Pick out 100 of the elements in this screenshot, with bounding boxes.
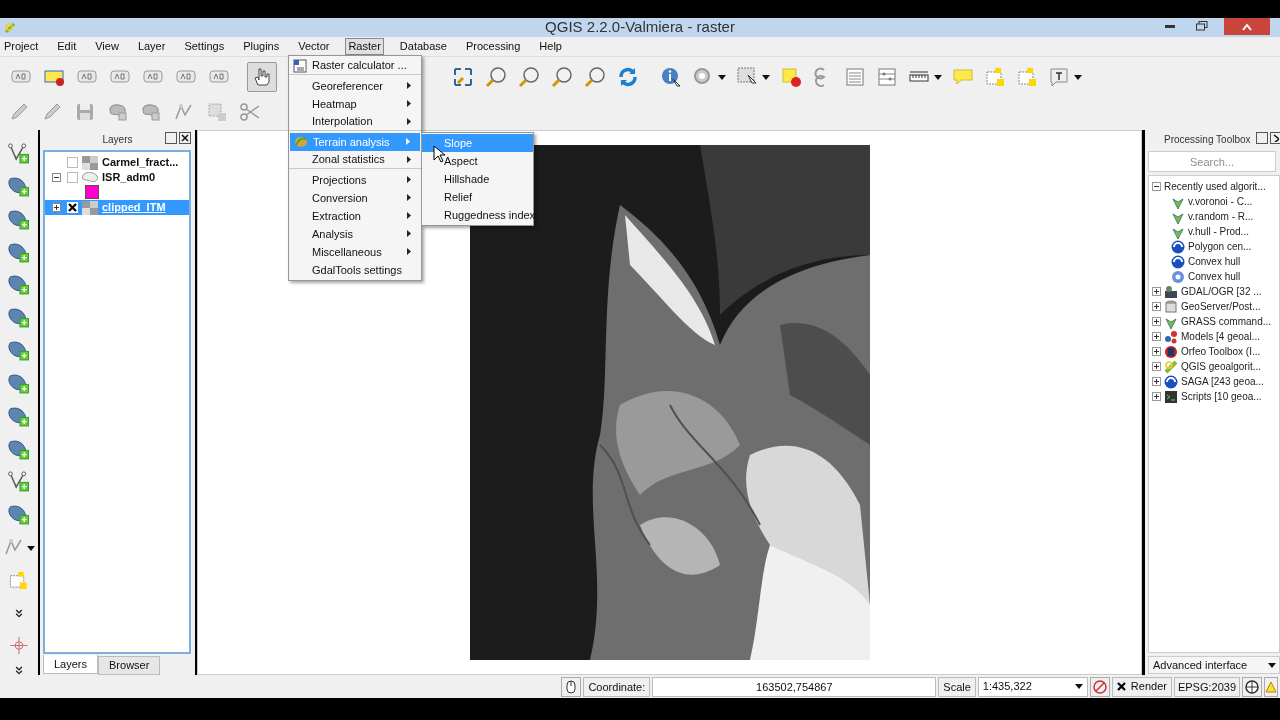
algorithm-item[interactable]: SAGA [243 geoa... — [1181, 374, 1264, 389]
menu-entry[interactable]: Aspect — [422, 152, 533, 170]
menu-item[interactable]: Processing — [462, 38, 524, 55]
pan-button[interactable] — [247, 62, 277, 92]
menu-entry[interactable]: GdalTools settings — [289, 261, 421, 279]
menu-entry[interactable]: Hillshade — [422, 170, 533, 188]
chevron-icon[interactable] — [14, 608, 24, 619]
menu-item[interactable]: Raster — [345, 38, 384, 55]
caret-icon[interactable] — [762, 74, 770, 80]
scale-combobox[interactable]: 1:435,322 — [977, 676, 1088, 697]
zoom-icon[interactable] — [485, 66, 507, 88]
algorithm-item[interactable]: Scripts [10 geoa... — [1181, 389, 1262, 404]
menu-entry[interactable]: Raster calculator ... — [289, 57, 421, 75]
caret-icon[interactable] — [718, 74, 726, 80]
menu-item[interactable]: Edit — [54, 38, 80, 55]
menu-item[interactable]: View — [92, 38, 122, 55]
add-layer-icon[interactable] — [7, 503, 31, 527]
algorithm-item[interactable]: QGIS geoalgorit... — [1181, 359, 1262, 374]
projection-button[interactable] — [1242, 676, 1262, 697]
menu-entry[interactable]: Georeferencer — [289, 77, 421, 95]
menu-entry[interactable]: Ruggedness index — [422, 206, 533, 224]
menu-entry[interactable]: Extraction — [289, 207, 421, 225]
map-canvas[interactable] — [197, 130, 1142, 675]
menu-entry[interactable]: Interpolation — [289, 113, 421, 131]
algorithm-item[interactable]: GDAL/OGR [32 ... — [1181, 284, 1262, 299]
refresh-icon[interactable] — [617, 66, 639, 88]
layer-checkbox[interactable] — [67, 202, 78, 213]
menu-item[interactable]: Help — [536, 38, 565, 55]
float-button[interactable] — [165, 132, 177, 144]
algorithm-item[interactable]: Convex hull — [1188, 254, 1241, 269]
crosshair-icon[interactable] — [9, 636, 29, 656]
add-layer-icon[interactable] — [7, 174, 31, 198]
algorithm-item[interactable]: Convex hull — [1188, 269, 1241, 284]
add-layer-icon[interactable] — [7, 306, 31, 330]
algorithm-tree[interactable] — [1148, 175, 1280, 653]
zoom-icon[interactable] — [584, 66, 606, 88]
float-button[interactable] — [1256, 132, 1268, 144]
zoom-icon[interactable] — [452, 66, 474, 88]
panel-tab[interactable]: Layers — [43, 655, 99, 674]
crs-button[interactable]: EPSG:2039 — [1173, 676, 1240, 697]
caret-icon[interactable] — [934, 74, 942, 80]
algorithm-item[interactable]: v.voronoi - C... — [1188, 194, 1253, 209]
add-layer-icon[interactable] — [7, 240, 31, 264]
collapse-icon[interactable] — [51, 173, 61, 182]
expand-icon[interactable] — [1152, 332, 1161, 341]
caret-icon[interactable] — [27, 545, 35, 551]
menu-entry[interactable]: Miscellaneous — [289, 243, 421, 261]
expand-icon[interactable] — [1152, 392, 1161, 401]
layer-row[interactable]: Carmel_fract... — [45, 155, 189, 170]
add-vector-layer-icon[interactable] — [7, 142, 31, 165]
add-layer-icon[interactable] — [7, 273, 31, 297]
layer-tree[interactable]: Carmel_fract... ISR_adm0 clipped_ITM — [43, 150, 191, 654]
add-layer-icon[interactable] — [7, 207, 31, 231]
layer-name[interactable]: Carmel_fract... — [102, 154, 179, 171]
expand-icon[interactable] — [1152, 317, 1161, 326]
menu-item[interactable]: Layer — [134, 38, 169, 55]
layer-checkbox[interactable] — [67, 157, 78, 168]
expand-icon[interactable] — [1152, 347, 1161, 356]
expand-icon[interactable] — [1152, 362, 1161, 371]
menu-item[interactable]: Database — [396, 38, 450, 55]
algorithm-item[interactable]: v.random - R... — [1188, 209, 1254, 224]
add-layer-icon[interactable] — [7, 371, 31, 395]
stop-render-button[interactable] — [1089, 676, 1110, 697]
coordinate-toggle-button[interactable] — [561, 676, 582, 697]
menu-entry[interactable]: Conversion — [289, 189, 421, 207]
algorithm-item[interactable]: GRASS command... — [1181, 314, 1272, 329]
expand-icon[interactable] — [1152, 302, 1161, 311]
menu-item[interactable]: Plugins — [240, 38, 283, 55]
mode-dropdown[interactable]: Advanced interface — [1148, 656, 1280, 674]
algorithm-item[interactable]: Recently used algorit... — [1164, 179, 1266, 194]
zoom-icon[interactable] — [551, 66, 573, 88]
menu-entry[interactable]: Heatmap — [289, 95, 421, 113]
algorithm-item[interactable]: Polygon cen... — [1188, 239, 1252, 254]
search-field[interactable]: Search... — [1148, 151, 1276, 172]
deselect-icon[interactable] — [780, 66, 802, 88]
expand-icon[interactable] — [51, 203, 61, 212]
expand-icon[interactable] — [1152, 287, 1161, 296]
algorithm-item[interactable]: Orfeo Toolbox (I... — [1181, 344, 1261, 359]
chevron-icon[interactable] — [14, 665, 24, 676]
coordinate-field[interactable]: 163502,754867 — [652, 676, 937, 697]
menu-entry[interactable]: Analysis — [289, 225, 421, 243]
algorithm-item[interactable]: GeoServer/Post... — [1181, 299, 1261, 314]
layer-name[interactable]: ISR_adm0 — [102, 169, 156, 186]
render-checkbox[interactable]: Render — [1111, 676, 1172, 697]
zoom-icon[interactable] — [518, 66, 540, 88]
menu-entry[interactable]: Projections — [289, 171, 421, 189]
menu-item[interactable]: Settings — [181, 38, 228, 55]
algorithm-item[interactable]: v.hull - Prod... — [1188, 224, 1249, 239]
menu-item[interactable]: Vector — [295, 38, 333, 55]
layer-checkbox[interactable] — [67, 172, 78, 183]
menu-entry[interactable]: Relief — [422, 188, 533, 206]
expand-icon[interactable] — [1152, 377, 1161, 386]
text-annotation-icon[interactable] — [1048, 66, 1070, 88]
calculator-icon[interactable] — [876, 66, 898, 88]
caret-icon[interactable] — [1074, 74, 1082, 80]
add-layer-icon[interactable] — [7, 404, 31, 428]
identify-icon[interactable] — [660, 66, 682, 88]
menu-item[interactable]: Project — [1, 38, 42, 55]
collapse-icon[interactable] — [1152, 182, 1161, 191]
add-vector-layer-icon[interactable] — [7, 470, 31, 494]
